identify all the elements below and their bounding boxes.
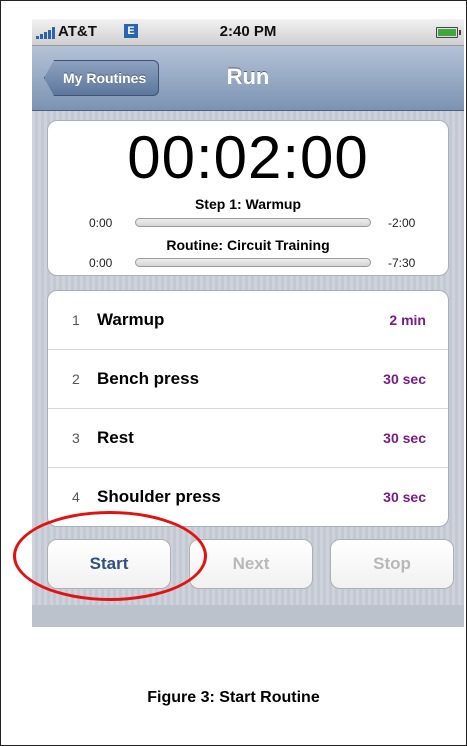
step-remaining: -2:00 — [388, 216, 416, 230]
timer-card: 00:02:00 Step 1: Warmup 0:00 -2:00 Routi… — [47, 120, 449, 276]
page-title: Run — [226, 64, 270, 89]
battery-icon — [436, 27, 461, 38]
step-list: 1 Warmup 2 min 2 Bench press 30 sec 3 Re… — [47, 290, 449, 527]
bottom-strip — [32, 605, 464, 627]
step-number: 4 — [72, 489, 80, 505]
figure-caption: Figure 3: Start Routine — [147, 689, 320, 706]
routine-progress-row: 0:00 -7:30 — [48, 254, 448, 270]
step-duration: 30 sec — [383, 430, 426, 446]
routine-label: Routine: Circuit Training — [166, 237, 330, 253]
next-button[interactable]: Next — [189, 539, 313, 589]
step-label: Step 1: Warmup — [194, 196, 302, 212]
routine-remaining: -7:30 — [388, 256, 416, 270]
step-progress-bar — [135, 218, 371, 227]
navigation-bar: My Routines Run — [32, 46, 464, 111]
stop-button[interactable]: Stop — [330, 539, 454, 589]
figure-frame: AT&T E 2:40 PM My Routines Run 00:02:00 … — [0, 0, 467, 746]
step-number: 3 — [72, 430, 80, 446]
status-bar: AT&T E 2:40 PM — [32, 19, 464, 46]
step-duration: 2 min — [389, 312, 426, 328]
step-name: Warmup — [97, 310, 165, 329]
list-item[interactable]: 1 Warmup 2 min — [48, 291, 448, 350]
step-elapsed: 0:00 — [89, 216, 113, 230]
timer-display: 00:02:00 — [127, 124, 369, 191]
step-number: 1 — [72, 312, 80, 328]
step-name: Shoulder press — [97, 487, 221, 506]
routine-elapsed: 0:00 — [89, 256, 113, 270]
step-name: Rest — [97, 428, 134, 447]
step-duration: 30 sec — [383, 371, 426, 387]
step-duration: 30 sec — [383, 489, 426, 505]
step-number: 2 — [72, 371, 80, 387]
list-item[interactable]: 3 Rest 30 sec — [48, 409, 448, 468]
step-name: Bench press — [97, 369, 200, 388]
status-time: 2:40 PM — [219, 23, 277, 40]
step-progress-row: 0:00 -2:00 — [48, 214, 448, 230]
routine-progress-bar — [135, 258, 371, 267]
start-highlight-ring — [13, 511, 207, 601]
list-item[interactable]: 2 Bench press 30 sec — [48, 350, 448, 409]
